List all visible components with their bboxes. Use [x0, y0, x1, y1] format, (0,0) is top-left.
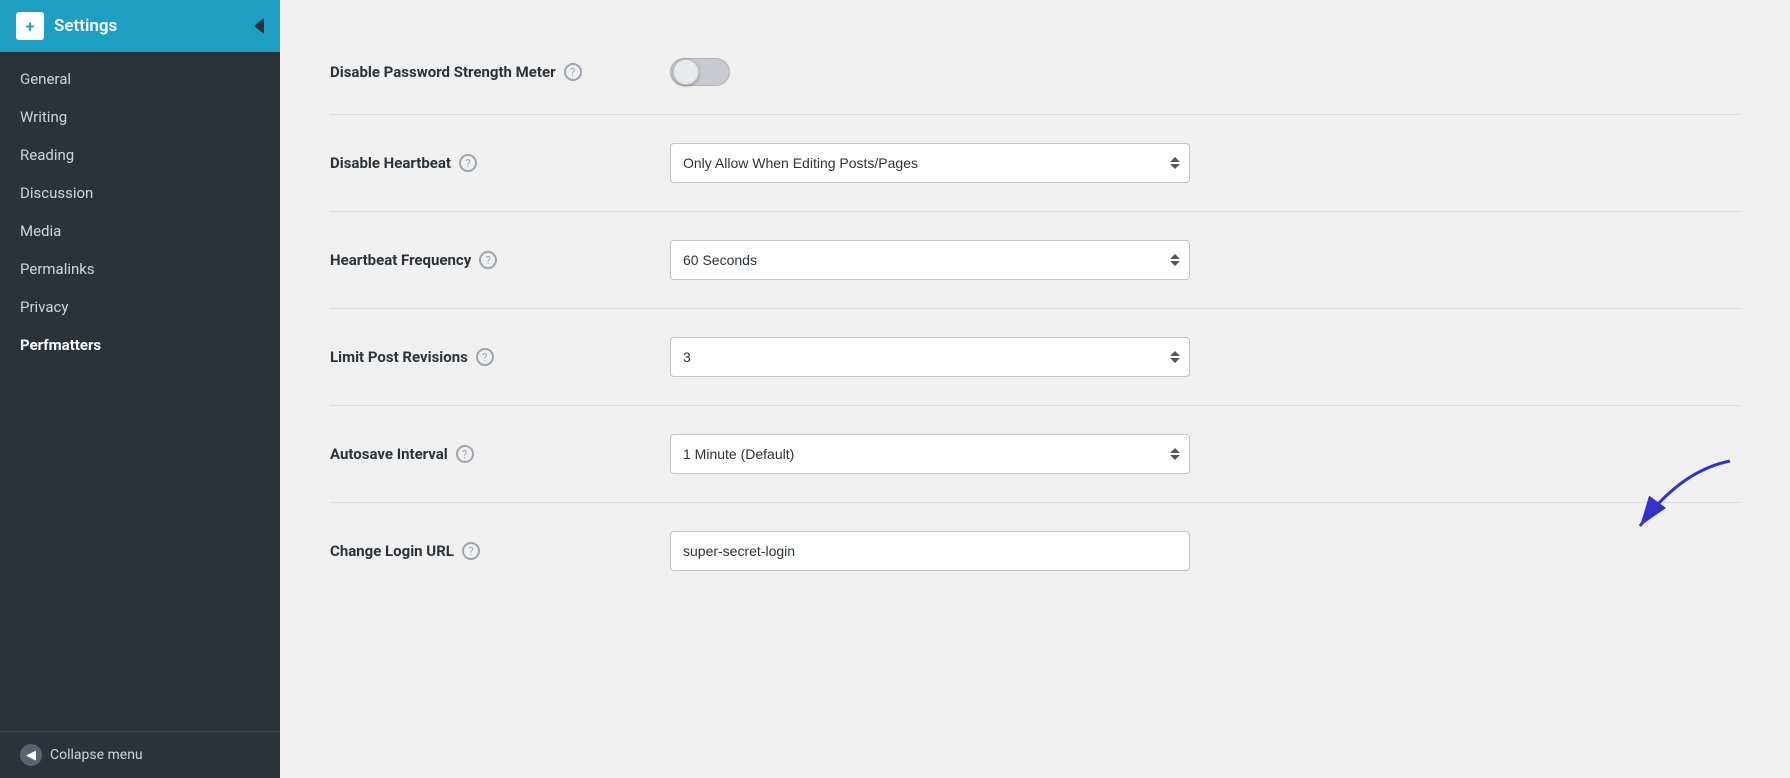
heartbeat-frequency-label: Heartbeat Frequency — [330, 251, 471, 269]
sidebar-item-discussion[interactable]: Discussion — [0, 174, 280, 212]
heartbeat-frequency-select[interactable]: 15 Seconds 30 Seconds 60 Seconds 120 Sec… — [670, 240, 1190, 280]
setting-row-disable-password-strength-meter: Disable Password Strength Meter ? — [330, 30, 1740, 115]
collapse-menu-button[interactable]: ◀ Collapse menu — [0, 731, 280, 778]
limit-post-revisions-select-wrapper: 1 2 3 4 5 10 — [670, 337, 1190, 377]
sidebar-item-perfmatters[interactable]: Perfmatters — [0, 326, 280, 364]
disable-password-strength-meter-help[interactable]: ? — [564, 63, 582, 81]
limit-post-revisions-label: Limit Post Revisions — [330, 348, 468, 366]
disable-heartbeat-help[interactable]: ? — [459, 154, 477, 172]
limit-post-revisions-control: 1 2 3 4 5 10 — [670, 337, 1740, 377]
setting-row-heartbeat-frequency: Heartbeat Frequency ? 15 Seconds 30 Seco… — [330, 212, 1740, 309]
setting-label-change-login-url: Change Login URL ? — [330, 542, 670, 560]
limit-post-revisions-select[interactable]: 1 2 3 4 5 10 — [670, 337, 1190, 377]
sidebar: + Settings General Writing Reading Discu… — [0, 0, 280, 778]
disable-password-strength-meter-toggle[interactable] — [670, 58, 730, 86]
toggle-thumb — [673, 59, 699, 85]
setting-label-autosave-interval: Autosave Interval ? — [330, 445, 670, 463]
autosave-interval-label: Autosave Interval — [330, 445, 448, 463]
disable-password-strength-meter-label: Disable Password Strength Meter — [330, 63, 556, 81]
heartbeat-frequency-help[interactable]: ? — [479, 251, 497, 269]
change-login-url-input[interactable] — [670, 531, 1190, 571]
change-login-url-help[interactable]: ? — [462, 542, 480, 560]
wp-logo: + — [16, 12, 44, 40]
setting-label-disable-password-strength-meter: Disable Password Strength Meter ? — [330, 63, 670, 81]
disable-password-strength-meter-control — [670, 58, 1740, 86]
sidebar-title: Settings — [54, 16, 117, 36]
setting-row-autosave-interval: Autosave Interval ? 1 Minute (Default) 2… — [330, 406, 1740, 503]
heartbeat-frequency-control: 15 Seconds 30 Seconds 60 Seconds 120 Sec… — [670, 240, 1740, 280]
collapse-label: Collapse menu — [50, 747, 143, 763]
sidebar-header: + Settings — [0, 0, 280, 52]
sidebar-item-privacy[interactable]: Privacy — [0, 288, 280, 326]
setting-row-limit-post-revisions: Limit Post Revisions ? 1 2 3 4 5 10 — [330, 309, 1740, 406]
disable-heartbeat-label: Disable Heartbeat — [330, 154, 451, 172]
limit-post-revisions-help[interactable]: ? — [476, 348, 494, 366]
collapse-icon: ◀ — [20, 744, 42, 766]
setting-label-disable-heartbeat: Disable Heartbeat ? — [330, 154, 670, 172]
sidebar-item-reading[interactable]: Reading — [0, 136, 280, 174]
setting-label-limit-post-revisions: Limit Post Revisions ? — [330, 348, 670, 366]
sidebar-arrow-indicator — [254, 18, 264, 34]
autosave-interval-select-wrapper: 1 Minute (Default) 2 Minutes 5 Minutes 1… — [670, 434, 1190, 474]
change-login-url-control — [670, 531, 1740, 571]
sidebar-nav: General Writing Reading Discussion Media… — [0, 52, 280, 731]
main-content: Disable Password Strength Meter ? Disabl… — [280, 0, 1790, 778]
disable-heartbeat-select-wrapper: Allow Everywhere Only Allow When Editing… — [670, 143, 1190, 183]
sidebar-item-media[interactable]: Media — [0, 212, 280, 250]
sidebar-item-permalinks[interactable]: Permalinks — [0, 250, 280, 288]
autosave-interval-select[interactable]: 1 Minute (Default) 2 Minutes 5 Minutes 1… — [670, 434, 1190, 474]
setting-label-heartbeat-frequency: Heartbeat Frequency ? — [330, 251, 670, 269]
sidebar-item-general[interactable]: General — [0, 60, 280, 98]
change-login-url-label: Change Login URL — [330, 542, 454, 560]
autosave-interval-control: 1 Minute (Default) 2 Minutes 5 Minutes 1… — [670, 434, 1740, 474]
autosave-interval-help[interactable]: ? — [456, 445, 474, 463]
setting-row-disable-heartbeat: Disable Heartbeat ? Allow Everywhere Onl… — [330, 115, 1740, 212]
sidebar-item-writing[interactable]: Writing — [0, 98, 280, 136]
heartbeat-frequency-select-wrapper: 15 Seconds 30 Seconds 60 Seconds 120 Sec… — [670, 240, 1190, 280]
disable-heartbeat-select[interactable]: Allow Everywhere Only Allow When Editing… — [670, 143, 1190, 183]
setting-row-change-login-url: Change Login URL ? — [330, 503, 1740, 599]
disable-heartbeat-control: Allow Everywhere Only Allow When Editing… — [670, 143, 1740, 183]
